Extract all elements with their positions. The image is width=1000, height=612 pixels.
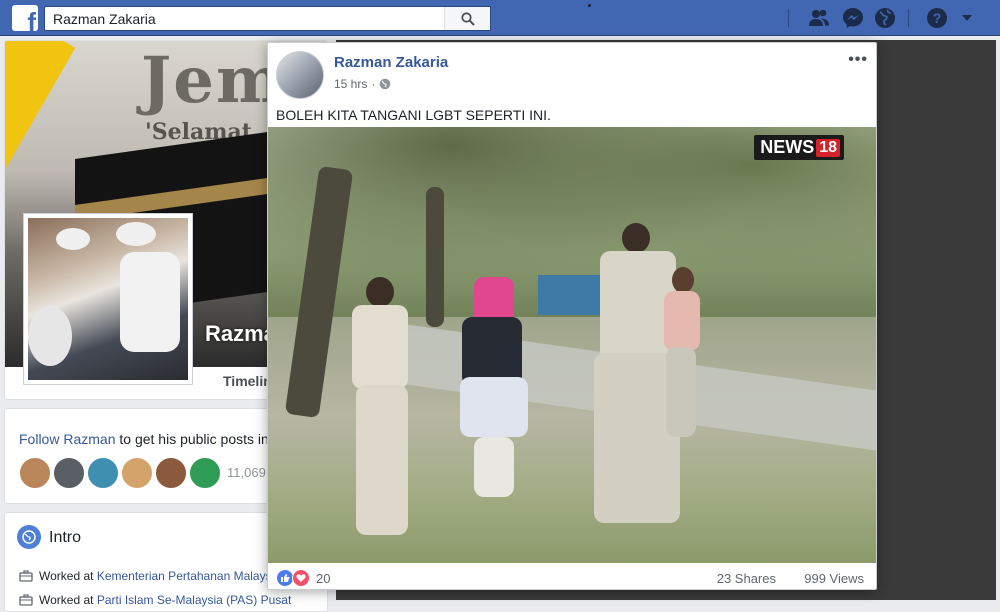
dropdown-arrow-icon[interactable] — [956, 7, 978, 29]
intro-work-prefix: Worked at — [39, 593, 97, 607]
watermark-number: 18 — [816, 138, 840, 157]
intro-work-link[interactable]: Parti Islam Se-Malaysia (PAS) Pusat — [97, 593, 292, 607]
avatar[interactable] — [189, 457, 221, 489]
follower-avatars — [19, 457, 221, 489]
shares-count[interactable]: 23 Shares — [717, 571, 776, 586]
post-timestamp: 15 hrs · — [334, 77, 391, 91]
profile-name[interactable]: Razma — [205, 321, 276, 347]
robe-shape — [120, 252, 180, 352]
follower-count: 11,069 — [227, 465, 266, 480]
tab-timeline[interactable]: Timelin — [223, 373, 272, 389]
post-author-avatar[interactable] — [276, 51, 324, 99]
public-globe-icon — [380, 78, 391, 90]
video-blue-fence — [538, 275, 608, 315]
watermark-news: NEWS — [760, 137, 815, 157]
briefcase-icon — [19, 570, 33, 582]
profile-picture[interactable] — [23, 213, 193, 385]
follow-link[interactable]: Follow Razman — [19, 431, 115, 447]
messenger-icon[interactable] — [842, 7, 864, 29]
cap-shape — [28, 306, 72, 366]
intro-work-prefix: Worked at — [39, 569, 97, 583]
post-footer: 20 23 Shares 999 Views — [268, 563, 876, 589]
intro-globe-icon — [17, 525, 41, 549]
avatar[interactable] — [53, 457, 85, 489]
search-input[interactable] — [45, 7, 445, 30]
dot-separator — [588, 4, 591, 7]
intro-work-item: Worked at Parti Islam Se-Malaysia (PAS) … — [19, 593, 291, 607]
post-options-menu[interactable]: ••• — [848, 51, 868, 69]
avatar[interactable] — [87, 457, 119, 489]
intro-title: Intro — [49, 529, 82, 546]
search-button[interactable] — [444, 7, 490, 30]
facebook-logo-icon[interactable]: f — [12, 5, 38, 31]
search-bar — [44, 6, 491, 31]
follow-prompt: Follow Razman to get his public posts in — [19, 431, 269, 447]
cover-yellow-stripe — [5, 41, 76, 170]
follow-prompt-text: to get his public posts in — [115, 431, 269, 447]
cover-title-text: Jem — [141, 43, 286, 118]
svg-text:?: ? — [933, 10, 942, 26]
news18-watermark: NEWS 18 — [754, 135, 844, 160]
nav-divider — [908, 9, 909, 27]
post-author-name[interactable]: Razman Zakaria — [334, 54, 448, 71]
top-navigation-bar: f ? — [0, 0, 1000, 36]
avatar[interactable] — [19, 457, 51, 489]
love-reaction-icon[interactable] — [292, 569, 310, 587]
search-icon — [460, 11, 475, 26]
post-card: Razman Zakaria 15 hrs · ••• BOLEH KITA T… — [267, 42, 877, 590]
nav-divider — [788, 9, 789, 27]
help-icon[interactable]: ? — [926, 7, 948, 29]
intro-work-link[interactable]: Kementerian Pertahanan Malays — [97, 569, 272, 583]
views-count: 999 Views — [804, 571, 864, 586]
profile-photo — [28, 218, 188, 380]
post-time-text[interactable]: 15 hrs — [334, 77, 367, 91]
avatar[interactable] — [121, 457, 153, 489]
friend-requests-icon[interactable] — [808, 7, 830, 29]
avatar[interactable] — [155, 457, 187, 489]
reaction-count[interactable]: 20 — [316, 571, 330, 586]
video-tree-trunk — [426, 187, 444, 327]
intro-work-item: Worked at Kementerian Pertahanan Malays — [19, 569, 272, 583]
cap-shape — [116, 222, 156, 246]
cap-shape — [56, 228, 90, 250]
post-text: BOLEH KITA TANGANI LGBT SEPERTI INI. — [276, 107, 551, 123]
briefcase-icon — [19, 594, 33, 606]
post-video[interactable]: NEWS 18 — [268, 127, 876, 563]
notifications-globe-icon[interactable] — [874, 7, 896, 29]
